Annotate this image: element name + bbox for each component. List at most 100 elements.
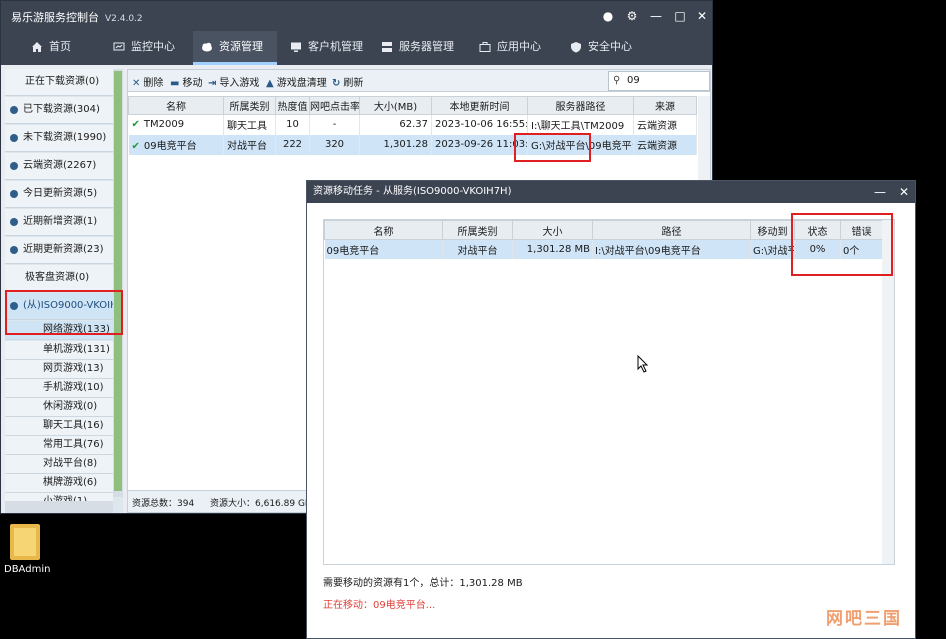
column-header[interactable]: 大小 bbox=[512, 220, 593, 240]
move-button[interactable]: ▬ 移动 bbox=[170, 74, 202, 89]
delete-label: 删除 bbox=[143, 78, 164, 89]
column-header[interactable]: 名称 bbox=[324, 220, 443, 240]
nav-servers-label: 服务器管理 bbox=[399, 40, 454, 53]
sidebar-sub-casual-games[interactable]: 休闲游戏(0) bbox=[5, 398, 113, 417]
dialog-vertical-scrollbar[interactable] bbox=[882, 220, 894, 564]
cleanup-icon: ▲ bbox=[266, 78, 274, 89]
minimize-button[interactable]: — bbox=[647, 7, 665, 25]
app-version: V2.4.0.2 bbox=[105, 14, 143, 24]
column-header[interactable]: 大小(MB) bbox=[359, 96, 432, 115]
sidebar-item-not-downloaded[interactable]: 未下载资源(1990) bbox=[5, 125, 113, 152]
sidebar-sub-common-tools[interactable]: 常用工具(76) bbox=[5, 436, 113, 455]
search-icon: ⚲ bbox=[613, 75, 621, 86]
folder-icon: ▬ bbox=[170, 78, 180, 89]
sidebar-item-label: 近期新增资源(1) bbox=[23, 216, 98, 227]
resource-sidebar: 正在下载资源(0) 已下载资源(304) 未下载资源(1990) 云端资源(22… bbox=[5, 69, 123, 513]
sidebar-item-label: 正在下载资源(0) bbox=[25, 76, 100, 87]
sidebar-item-today-updated[interactable]: 今日更新资源(5) bbox=[5, 181, 113, 208]
sidebar-sub-single-games[interactable]: 单机游戏(131) bbox=[5, 341, 113, 360]
close-button[interactable]: ✕ bbox=[693, 7, 711, 25]
bullet-icon bbox=[10, 106, 18, 114]
column-header[interactable]: 所属类别 bbox=[223, 96, 276, 115]
sidebar-item-recent-added[interactable]: 近期新增资源(1) bbox=[5, 209, 113, 236]
source-cell: 云端资源 bbox=[633, 134, 697, 155]
disk-cleanup-button[interactable]: ▲ 游戏盘清理 bbox=[266, 74, 327, 89]
column-header[interactable]: 本地更新时间 bbox=[431, 96, 528, 115]
nav-home[interactable]: 首页 bbox=[23, 31, 93, 65]
sidebar-item-downloading[interactable]: 正在下载资源(0) bbox=[5, 69, 113, 96]
sidebar-vertical-scrollbar[interactable] bbox=[113, 69, 123, 497]
column-header[interactable]: 热度值 bbox=[275, 96, 310, 115]
bullet-icon bbox=[10, 246, 18, 254]
task-size-cell: 1,301.28 MB bbox=[512, 239, 593, 259]
task-status-cell: 0% bbox=[794, 239, 841, 259]
table-row[interactable]: ✔ 09电竞平台 对战平台 222 320 1,301.28 2023-09-26… bbox=[128, 134, 697, 155]
desktop-icon-label: DBAdmin bbox=[4, 564, 51, 575]
search-input[interactable]: ⚲ 09 bbox=[608, 71, 710, 91]
sidebar-horizontal-scrollbar[interactable] bbox=[5, 501, 113, 513]
dialog-minimize-button[interactable]: — bbox=[871, 183, 889, 201]
resource-toolbar: ✕ 删除 ▬ 移动 ⇥ 导入游戏 ▲ 游戏盘清理 ↻ 刷新 ⚲ 09 bbox=[128, 70, 710, 92]
check-icon: ✔ bbox=[131, 119, 140, 131]
sidebar-sub-battle-platform[interactable]: 对战平台(8) bbox=[5, 455, 113, 474]
column-header[interactable]: 网吧点击率 bbox=[309, 96, 360, 115]
column-header[interactable]: 所属类别 bbox=[442, 220, 513, 240]
table-row[interactable]: 09电竞平台 对战平台 1,301.28 MB I:\对战平台\09电竞平台 G… bbox=[324, 239, 883, 259]
sidebar-item-label: 未下载资源(1990) bbox=[23, 132, 107, 143]
sidebar-item-label: 云端资源(2267) bbox=[23, 160, 97, 171]
nav-monitor[interactable]: 监控中心 bbox=[105, 31, 185, 65]
monitor-icon bbox=[113, 42, 125, 51]
column-header[interactable]: 来源 bbox=[633, 96, 697, 115]
sidebar-sub-online-games[interactable]: 网络游戏(133) bbox=[5, 321, 113, 340]
clicks-cell: 320 bbox=[309, 134, 360, 155]
skin-icon[interactable]: ● bbox=[599, 7, 617, 25]
shield-icon bbox=[571, 42, 581, 53]
sidebar-sub-chess-games[interactable]: 棋牌游戏(6) bbox=[5, 474, 113, 493]
refresh-label: 刷新 bbox=[343, 78, 364, 89]
task-path-cell: I:\对战平台\09电竞平台 bbox=[592, 239, 751, 259]
nav-servers[interactable]: 服务器管理 bbox=[373, 31, 463, 65]
import-games-button[interactable]: ⇥ 导入游戏 bbox=[208, 74, 259, 89]
nav-apps[interactable]: 应用中心 bbox=[471, 31, 555, 65]
source-cell: 云端资源 bbox=[633, 114, 697, 135]
resource-name: TM2009 bbox=[143, 119, 185, 131]
sidebar-item-geek-disk[interactable]: 极客盘资源(0) bbox=[5, 265, 113, 292]
cloud-icon bbox=[202, 42, 212, 52]
sidebar-item-server-iso9000[interactable]: (从)ISO9000-VKOIH bbox=[5, 293, 113, 320]
sidebar-sub-chat-tools[interactable]: 聊天工具(16) bbox=[5, 417, 113, 436]
sidebar-item-cloud[interactable]: 云端资源(2267) bbox=[5, 153, 113, 180]
column-header[interactable]: 路径 bbox=[592, 220, 751, 240]
task-dest-cell: G:\对战平台\09电竞平台 bbox=[750, 239, 795, 259]
nav-clients[interactable]: 客户机管理 bbox=[282, 31, 372, 65]
resource-total: 资源总数：394 bbox=[132, 499, 195, 509]
cleanup-label: 游戏盘清理 bbox=[276, 78, 327, 89]
delete-button[interactable]: ✕ 删除 bbox=[132, 74, 163, 89]
column-header[interactable]: 服务器路径 bbox=[527, 96, 634, 115]
column-header[interactable]: 名称 bbox=[128, 96, 224, 115]
scroll-thumb[interactable] bbox=[114, 71, 122, 491]
move-summary: 需要移动的资源有1个，总计：1,301.28 MB bbox=[323, 578, 523, 589]
table-row[interactable]: ✔ TM2009 聊天工具 10 - 62.37 2023-10-06 16:55… bbox=[128, 114, 697, 135]
sidebar-sub-mobile-games[interactable]: 手机游戏(10) bbox=[5, 379, 113, 398]
resource-size-total: 资源大小：6,616.89 GB bbox=[210, 499, 312, 509]
nav-clients-label: 客户机管理 bbox=[308, 40, 363, 53]
desktop-icon-dbadmin[interactable]: DBAdmin bbox=[4, 522, 54, 582]
sidebar-item-label: 近期更新资源(23) bbox=[23, 244, 104, 255]
task-name-cell: 09电竞平台 bbox=[324, 239, 443, 259]
move-task-table: 名称 所属类别 大小 路径 移动到 状态 错误 09电竞平台 对战平台 1,30… bbox=[324, 220, 883, 259]
sidebar-item-downloaded[interactable]: 已下载资源(304) bbox=[5, 97, 113, 124]
refresh-button[interactable]: ↻ 刷新 bbox=[332, 74, 363, 89]
sidebar-sub-web-games[interactable]: 网页游戏(13) bbox=[5, 360, 113, 379]
column-header[interactable]: 移动到 bbox=[750, 220, 795, 240]
heat-cell: 222 bbox=[275, 134, 310, 155]
resource-name: 09电竞平台 bbox=[143, 141, 197, 152]
column-header[interactable]: 状态 bbox=[794, 220, 841, 240]
nav-resources[interactable]: 资源管理 bbox=[193, 31, 277, 65]
refresh-icon: ↻ bbox=[332, 78, 341, 89]
settings-icon[interactable]: ⚙ bbox=[623, 7, 641, 25]
column-header[interactable]: 错误 bbox=[840, 220, 883, 240]
dialog-close-button[interactable]: ✕ bbox=[895, 183, 913, 201]
maximize-button[interactable]: □ bbox=[671, 7, 689, 25]
nav-security[interactable]: 安全中心 bbox=[562, 31, 646, 65]
sidebar-item-recent-updated[interactable]: 近期更新资源(23) bbox=[5, 237, 113, 264]
